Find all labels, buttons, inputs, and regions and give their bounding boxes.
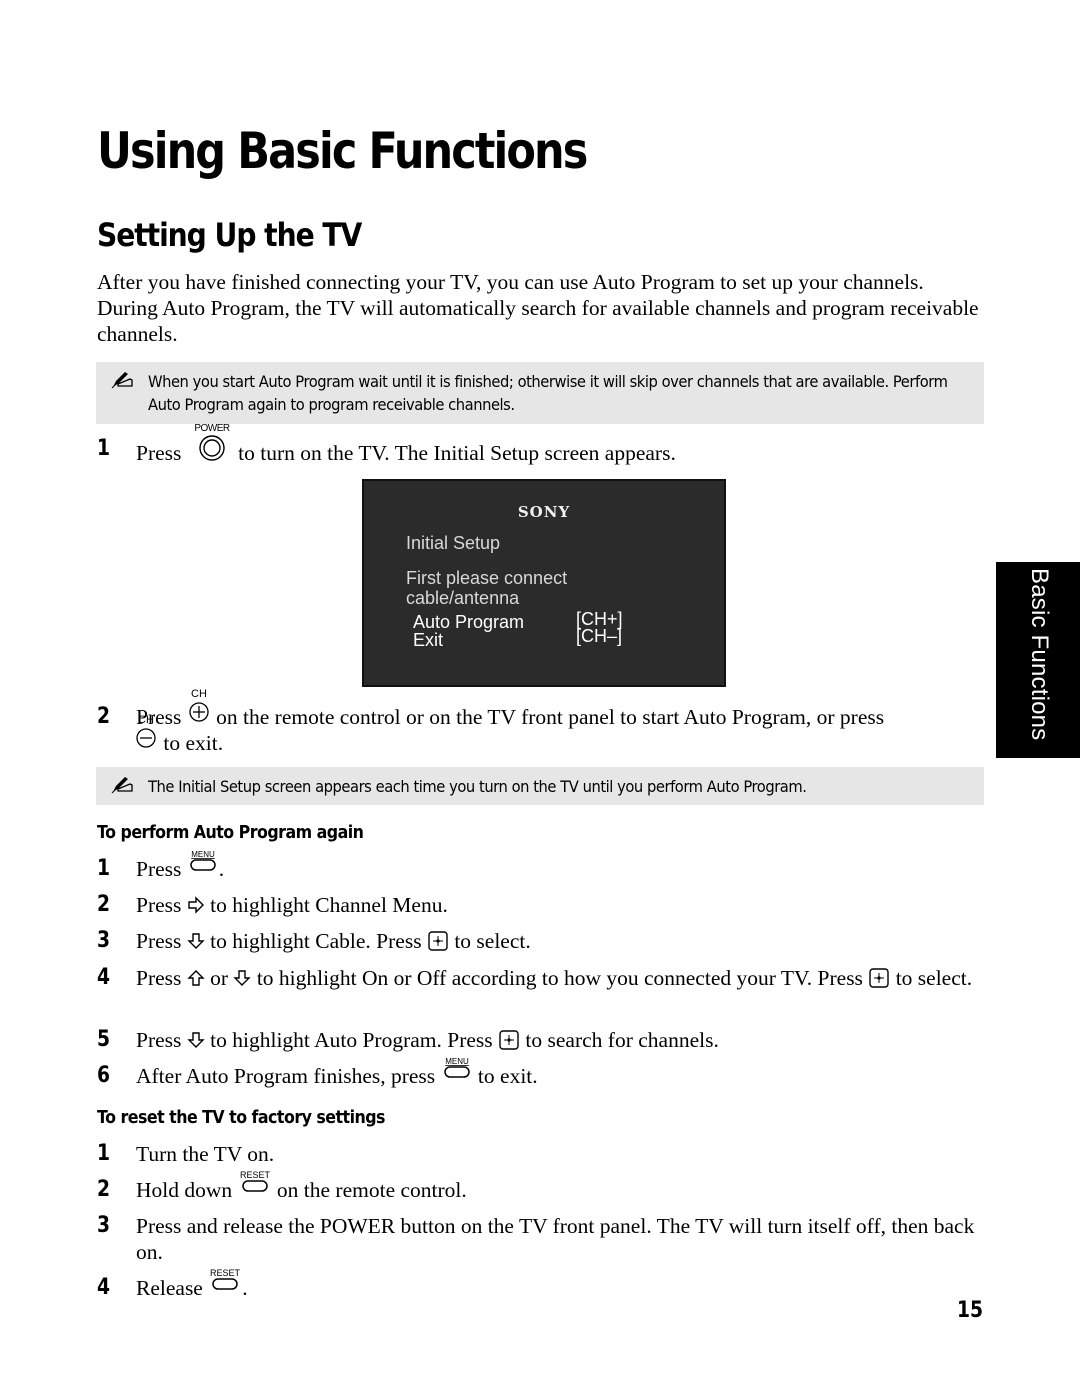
page-number: 15 [957,1298,984,1323]
note-box: When you start Auto Program wait until i… [96,362,984,424]
note-text: When you start Auto Program wait until i… [148,372,948,414]
step-number: 3 [97,928,111,953]
step-text: to turn on the TV. The Initial Setup scr… [238,441,676,465]
step-number: 3 [97,1213,111,1238]
step-number: 2 [97,892,111,917]
step-text: Press [136,966,182,990]
tv-initial-setup-screen: SONY Initial Setup First please connect … [362,479,726,687]
channel-up-button-icon: CH [187,688,211,724]
intro-paragraph: After you have finished connecting your … [97,270,979,346]
step-text: . [218,857,225,881]
ch-label: CH [138,714,154,726]
step-text: Release [136,1276,203,1300]
step-number: 4 [97,1275,111,1300]
power-label: POWER [194,423,230,434]
menu-button-icon: MENU [441,1057,473,1083]
step-text: . [242,1276,248,1300]
step-text: or [210,966,229,990]
subheading-factory-reset: To reset the TV to factory settings [97,1107,385,1128]
step-text: Hold down [136,1178,233,1202]
select-button-icon [427,931,449,951]
ch-label: CH [191,688,207,700]
reset-label: RESET [210,1268,241,1278]
power-button-icon: POWER [187,423,233,461]
tv-option-exit: Exit [413,630,444,650]
step-text: to select. [454,929,531,953]
step-text: Press [136,929,182,953]
side-tab-label: Basic Functions [1026,568,1053,741]
section-side-tab: Basic Functions [996,562,1080,758]
step-number: 1 [97,1141,111,1166]
step-text: to highlight Cable. Press [210,929,422,953]
step-number: 1 [97,436,111,461]
menu-label: MENU [445,1057,469,1066]
step-text: Press and release the POWER button on th… [136,1214,975,1264]
note-pencil-icon [110,775,134,795]
step-number: 1 [97,856,111,881]
arrow-down-icon [233,969,251,987]
tv-message-line: cable/antenna [406,588,520,608]
step-text: Press [136,893,182,917]
step-text: to highlight Auto Program. Press [210,1028,493,1052]
step-text: to highlight On or Off according to how … [256,966,863,990]
subheading-auto-program-again: To perform Auto Program again [97,822,364,843]
arrow-down-icon [187,932,205,950]
step-text: to exit. [163,731,224,755]
note-text: The Initial Setup screen appears each ti… [148,777,807,796]
menu-button-icon: MENU [187,850,219,876]
step-text: Press [136,441,182,465]
reset-button-icon: RESET [238,1170,272,1197]
page-title: Using Basic Functions [97,122,588,180]
step-number: 5 [97,1027,111,1052]
step-text: on the remote control or on the TV front… [216,705,885,729]
arrow-up-icon [187,969,205,987]
reset-label: RESET [240,1170,271,1180]
step-text: to highlight Channel Menu. [210,893,448,917]
step-text: Press [136,857,182,881]
step-text: Turn the TV on. [136,1142,275,1166]
tv-message-line: First please connect [406,568,568,588]
select-button-icon [498,1030,520,1050]
step-number: 2 [97,704,111,729]
tv-screen-message: First please connect cable/antenna [406,568,567,608]
step-text: to search for channels. [525,1028,719,1052]
step-number: 2 [97,1177,111,1202]
note-box: The Initial Setup screen appears each ti… [96,767,984,805]
step-number: 6 [97,1063,111,1088]
note-pencil-icon [110,370,134,390]
step-number: 4 [97,965,111,990]
reset-button-icon: RESET [208,1268,242,1295]
step-text: to exit. [477,1064,538,1088]
arrow-right-icon [187,896,205,914]
tv-option-key: [CH–] [576,626,623,646]
select-button-icon [868,968,890,988]
sony-logo: SONY [517,503,571,521]
arrow-down-icon [187,1031,205,1049]
section-title: Setting Up the TV [97,216,362,254]
step-text: to select. [895,966,973,990]
tv-screen-heading: Initial Setup [406,533,501,553]
step-text: Press [136,1028,182,1052]
step-text: on the remote control. [276,1178,467,1202]
step-text: After Auto Program finishes, press [136,1064,436,1088]
menu-label: MENU [191,850,215,859]
channel-down-button-icon: CH [134,714,158,750]
